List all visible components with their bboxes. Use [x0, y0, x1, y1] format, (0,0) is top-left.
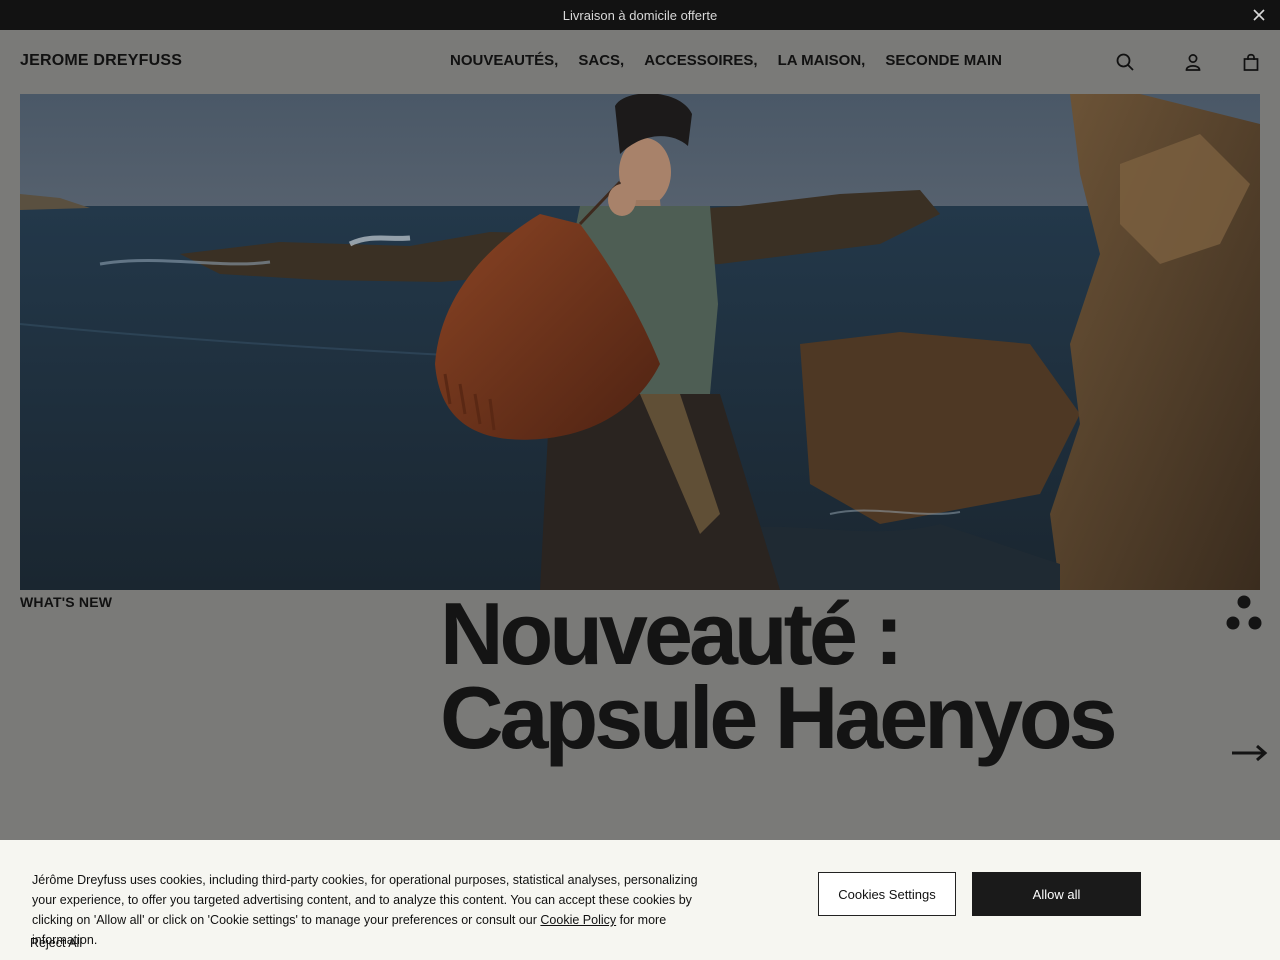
brand-logo[interactable]: JEROME DREYFUSS: [20, 52, 182, 70]
hero-photo: [20, 94, 1260, 590]
cookie-banner: Jérôme Dreyfuss uses cookies, including …: [0, 840, 1280, 960]
close-icon[interactable]: [1252, 8, 1266, 22]
cookie-text: Jérôme Dreyfuss uses cookies, including …: [32, 870, 722, 950]
hero-title-line2: Capsule Haenyos: [440, 668, 1118, 767]
nav-item-accessoires[interactable]: ACCESSOIRES,: [644, 52, 757, 69]
arrow-right-icon[interactable]: [1230, 744, 1268, 762]
hero-title[interactable]: Nouveauté : Capsule Haenyos: [440, 584, 1160, 767]
site-header: JEROME DREYFUSS NOUVEAUTÉS, SACS, ACCESS…: [0, 30, 1280, 94]
nav-item-sacs[interactable]: SACS,: [578, 52, 624, 69]
announcement-text: Livraison à domicile offerte: [562, 7, 718, 23]
announcement-bar: Livraison à domicile offerte: [0, 0, 1280, 30]
nav-item-nouveautes[interactable]: NOUVEAUTÉS,: [450, 52, 558, 69]
nav-item-seconde-main[interactable]: SECONDE MAIN: [885, 52, 1002, 69]
bag-icon[interactable]: [1241, 52, 1261, 72]
section-eyebrow: WHAT'S NEW: [20, 594, 113, 610]
reject-all-link[interactable]: Reject All: [30, 936, 82, 950]
nav-item-la-maison[interactable]: LA MAISON,: [778, 52, 866, 69]
allow-all-button[interactable]: Allow all: [972, 872, 1141, 916]
cookies-settings-button[interactable]: Cookies Settings: [818, 872, 956, 916]
main-nav: NOUVEAUTÉS, SACS, ACCESSOIRES, LA MAISON…: [450, 52, 1002, 69]
hero-image[interactable]: [20, 94, 1260, 590]
dots-menu-icon[interactable]: [1224, 594, 1264, 632]
account-icon[interactable]: [1183, 52, 1203, 72]
search-icon[interactable]: [1115, 52, 1135, 72]
hero-title-line1: Nouveauté :: [440, 584, 904, 683]
cookie-policy-link[interactable]: Cookie Policy: [540, 913, 616, 927]
